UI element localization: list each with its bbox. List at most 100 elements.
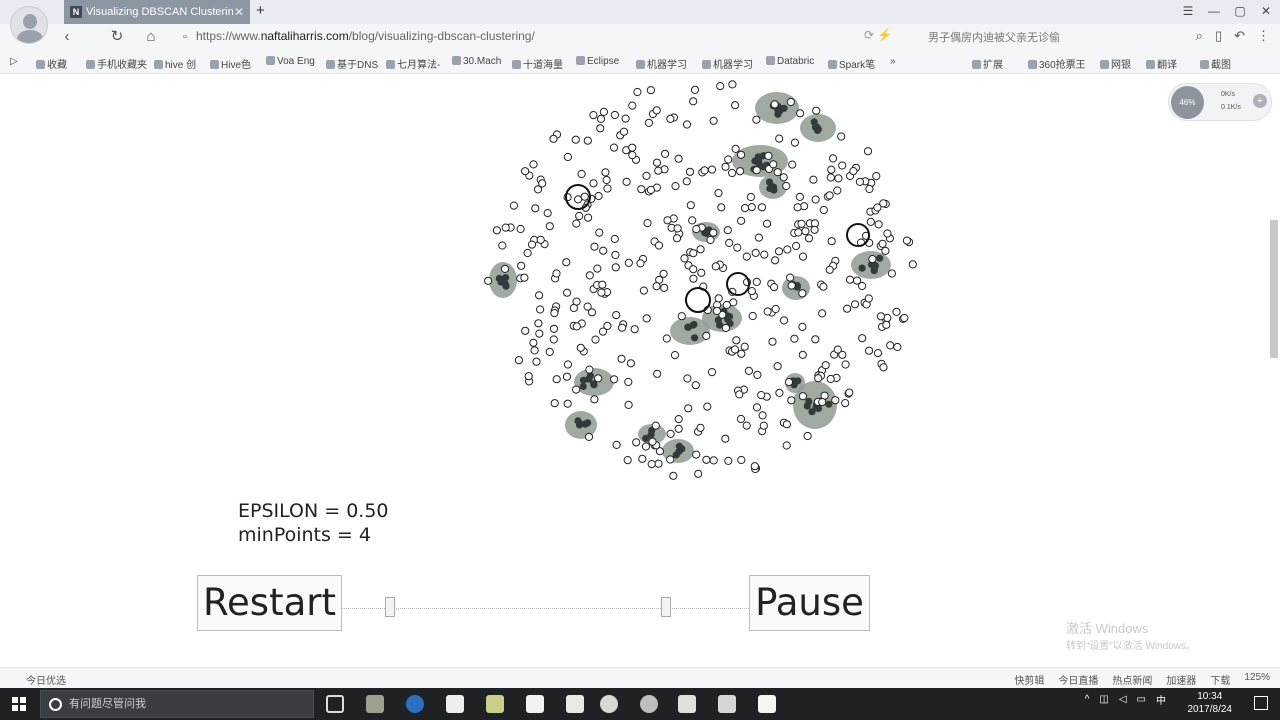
search-icon[interactable]: ⌕ xyxy=(1196,28,1203,44)
noise-point xyxy=(733,243,742,252)
bookmark-item[interactable]: 手机收藏夹 xyxy=(86,56,147,71)
status-recommendation[interactable]: 今日优选 xyxy=(26,672,66,687)
bookmark-item[interactable]: 扩展 xyxy=(972,56,1003,71)
bookmark-item[interactable]: Databric xyxy=(766,56,814,67)
pause-button[interactable]: Pause xyxy=(749,575,870,631)
start-icon[interactable] xyxy=(12,697,26,711)
url-path: /blog/visualizing-dbscan-clustering/ xyxy=(348,29,535,43)
tray-volume-icon[interactable]: ◁ xyxy=(1119,694,1127,705)
minpoints-slider-handle[interactable] xyxy=(661,597,671,617)
noise-point xyxy=(591,335,600,344)
menu-icon[interactable]: ☰ xyxy=(1180,3,1196,19)
app-icon[interactable] xyxy=(526,695,544,713)
user-avatar[interactable] xyxy=(10,6,48,44)
noise-point xyxy=(610,375,619,384)
epsilon-slider-handle[interactable] xyxy=(385,597,395,617)
more-bookmarks-icon[interactable]: » xyxy=(890,56,896,67)
app-icon[interactable] xyxy=(758,695,776,713)
bookmark-item[interactable]: 翻译 xyxy=(1146,56,1177,71)
noise-point xyxy=(717,203,726,212)
taskbar-search[interactable]: 有问题尽管问我 xyxy=(40,690,314,718)
bookmark-item[interactable]: 截图 xyxy=(1200,56,1231,71)
noise-point xyxy=(838,161,847,170)
noise-point xyxy=(723,226,732,235)
taskbar-clock[interactable]: 10:34 2017/8/24 xyxy=(1188,690,1233,716)
minimize-icon[interactable]: — xyxy=(1206,3,1222,19)
bookmark-item[interactable]: 十道海量 xyxy=(512,56,563,71)
lightning-icon[interactable]: ⟳ ⚡ xyxy=(864,28,892,42)
phone-icon[interactable]: ▯ xyxy=(1215,28,1222,44)
status-item[interactable]: 快剪辑 xyxy=(1014,672,1044,687)
browser-360-icon[interactable] xyxy=(600,695,618,713)
home-icon[interactable]: ⌂ xyxy=(142,28,160,46)
bookmark-item[interactable]: Voa Eng xyxy=(266,56,315,67)
new-tab-button[interactable]: + xyxy=(256,2,265,19)
tray-chevron-icon[interactable]: ^ xyxy=(1085,694,1090,705)
bookmark-item[interactable]: 机器学习 xyxy=(702,56,753,71)
address-bar[interactable]: https://www.naftaliharris.com/blog/visua… xyxy=(196,29,535,43)
app-icon[interactable] xyxy=(566,695,584,713)
bookmark-item[interactable]: hive 创 xyxy=(154,56,196,71)
noise-point xyxy=(798,392,808,401)
status-item[interactable]: 今日直播 xyxy=(1058,672,1098,687)
tray-keyboard-icon[interactable]: ▭ xyxy=(1137,694,1146,705)
close-tab-icon[interactable]: ✕ xyxy=(234,0,244,24)
page-scrollbar[interactable] xyxy=(1270,220,1278,358)
app-icon[interactable] xyxy=(718,695,736,713)
bookmarks-toggle-icon[interactable]: ▷ xyxy=(10,56,18,67)
bookmark-item[interactable]: 七月算法- xyxy=(386,56,440,71)
core-point xyxy=(691,334,699,342)
hot-search-text[interactable]: 男子偶房内迪被父亲无诊偷 xyxy=(928,29,1060,45)
app-icon[interactable] xyxy=(678,695,696,713)
noise-point xyxy=(744,366,754,375)
network-speed-widget[interactable]: 46% 0K/s 0.1K/s + xyxy=(1168,83,1272,121)
noise-point xyxy=(550,309,559,318)
bookmark-item[interactable]: 基于DNS xyxy=(326,56,378,71)
noise-point xyxy=(500,264,510,273)
zoom-level[interactable]: 125% xyxy=(1244,672,1270,687)
undo-icon[interactable]: ↶ xyxy=(1234,28,1245,44)
ime-indicator[interactable]: 中 xyxy=(1156,692,1166,707)
close-window-icon[interactable]: ✕ xyxy=(1258,3,1274,19)
noise-point xyxy=(674,415,683,424)
app-icon[interactable] xyxy=(486,695,504,713)
bookmark-item[interactable]: 收藏 xyxy=(36,56,67,71)
status-item[interactable]: 热点新闻 xyxy=(1112,672,1152,687)
dbscan-visualization[interactable] xyxy=(0,75,1280,495)
bookmark-item[interactable]: 360抢票王 xyxy=(1028,56,1086,71)
noise-point xyxy=(638,454,647,463)
avatar-head-shape xyxy=(23,14,37,29)
maximize-icon[interactable]: ▢ xyxy=(1232,3,1248,19)
restart-button[interactable]: Restart xyxy=(197,575,342,631)
browser-icon[interactable] xyxy=(640,695,658,713)
status-item[interactable]: 加速器 xyxy=(1166,672,1196,687)
store-icon[interactable] xyxy=(446,695,464,713)
bookmark-item[interactable]: 网银 xyxy=(1100,56,1131,71)
noise-point xyxy=(879,363,888,372)
noise-point xyxy=(752,277,761,286)
plus-icon[interactable]: + xyxy=(1253,94,1267,108)
notification-icon[interactable] xyxy=(1254,696,1268,710)
noise-point xyxy=(819,205,828,215)
noise-point xyxy=(833,186,842,195)
reload-icon[interactable]: ↻ xyxy=(108,28,126,46)
noise-point xyxy=(887,269,897,278)
app-icon[interactable] xyxy=(366,695,384,713)
bookmark-item[interactable]: Eclipse xyxy=(576,56,619,67)
bookmark-item[interactable]: 30.Mach xyxy=(452,56,501,67)
noise-point xyxy=(747,287,757,296)
tray-network-icon[interactable]: ◫ xyxy=(1099,694,1108,705)
bookmark-item[interactable]: Spark笔 xyxy=(828,56,875,71)
status-item[interactable]: 下载 xyxy=(1210,672,1230,687)
tab-dbscan[interactable]: N Visualizing DBSCAN Clusterin ✕ xyxy=(64,0,250,24)
noise-point xyxy=(730,345,740,354)
task-view-icon[interactable] xyxy=(326,695,344,713)
bookmark-item[interactable]: 机器学习 xyxy=(636,56,687,71)
noise-point xyxy=(837,132,846,141)
noise-point xyxy=(737,455,746,465)
back-icon[interactable]: ‹ xyxy=(58,28,76,46)
menu-dots-icon[interactable]: ⋮ xyxy=(1257,28,1270,44)
noise-point xyxy=(902,236,912,245)
bookmark-item[interactable]: Hive色 xyxy=(210,56,251,71)
edge-icon[interactable] xyxy=(406,695,424,713)
